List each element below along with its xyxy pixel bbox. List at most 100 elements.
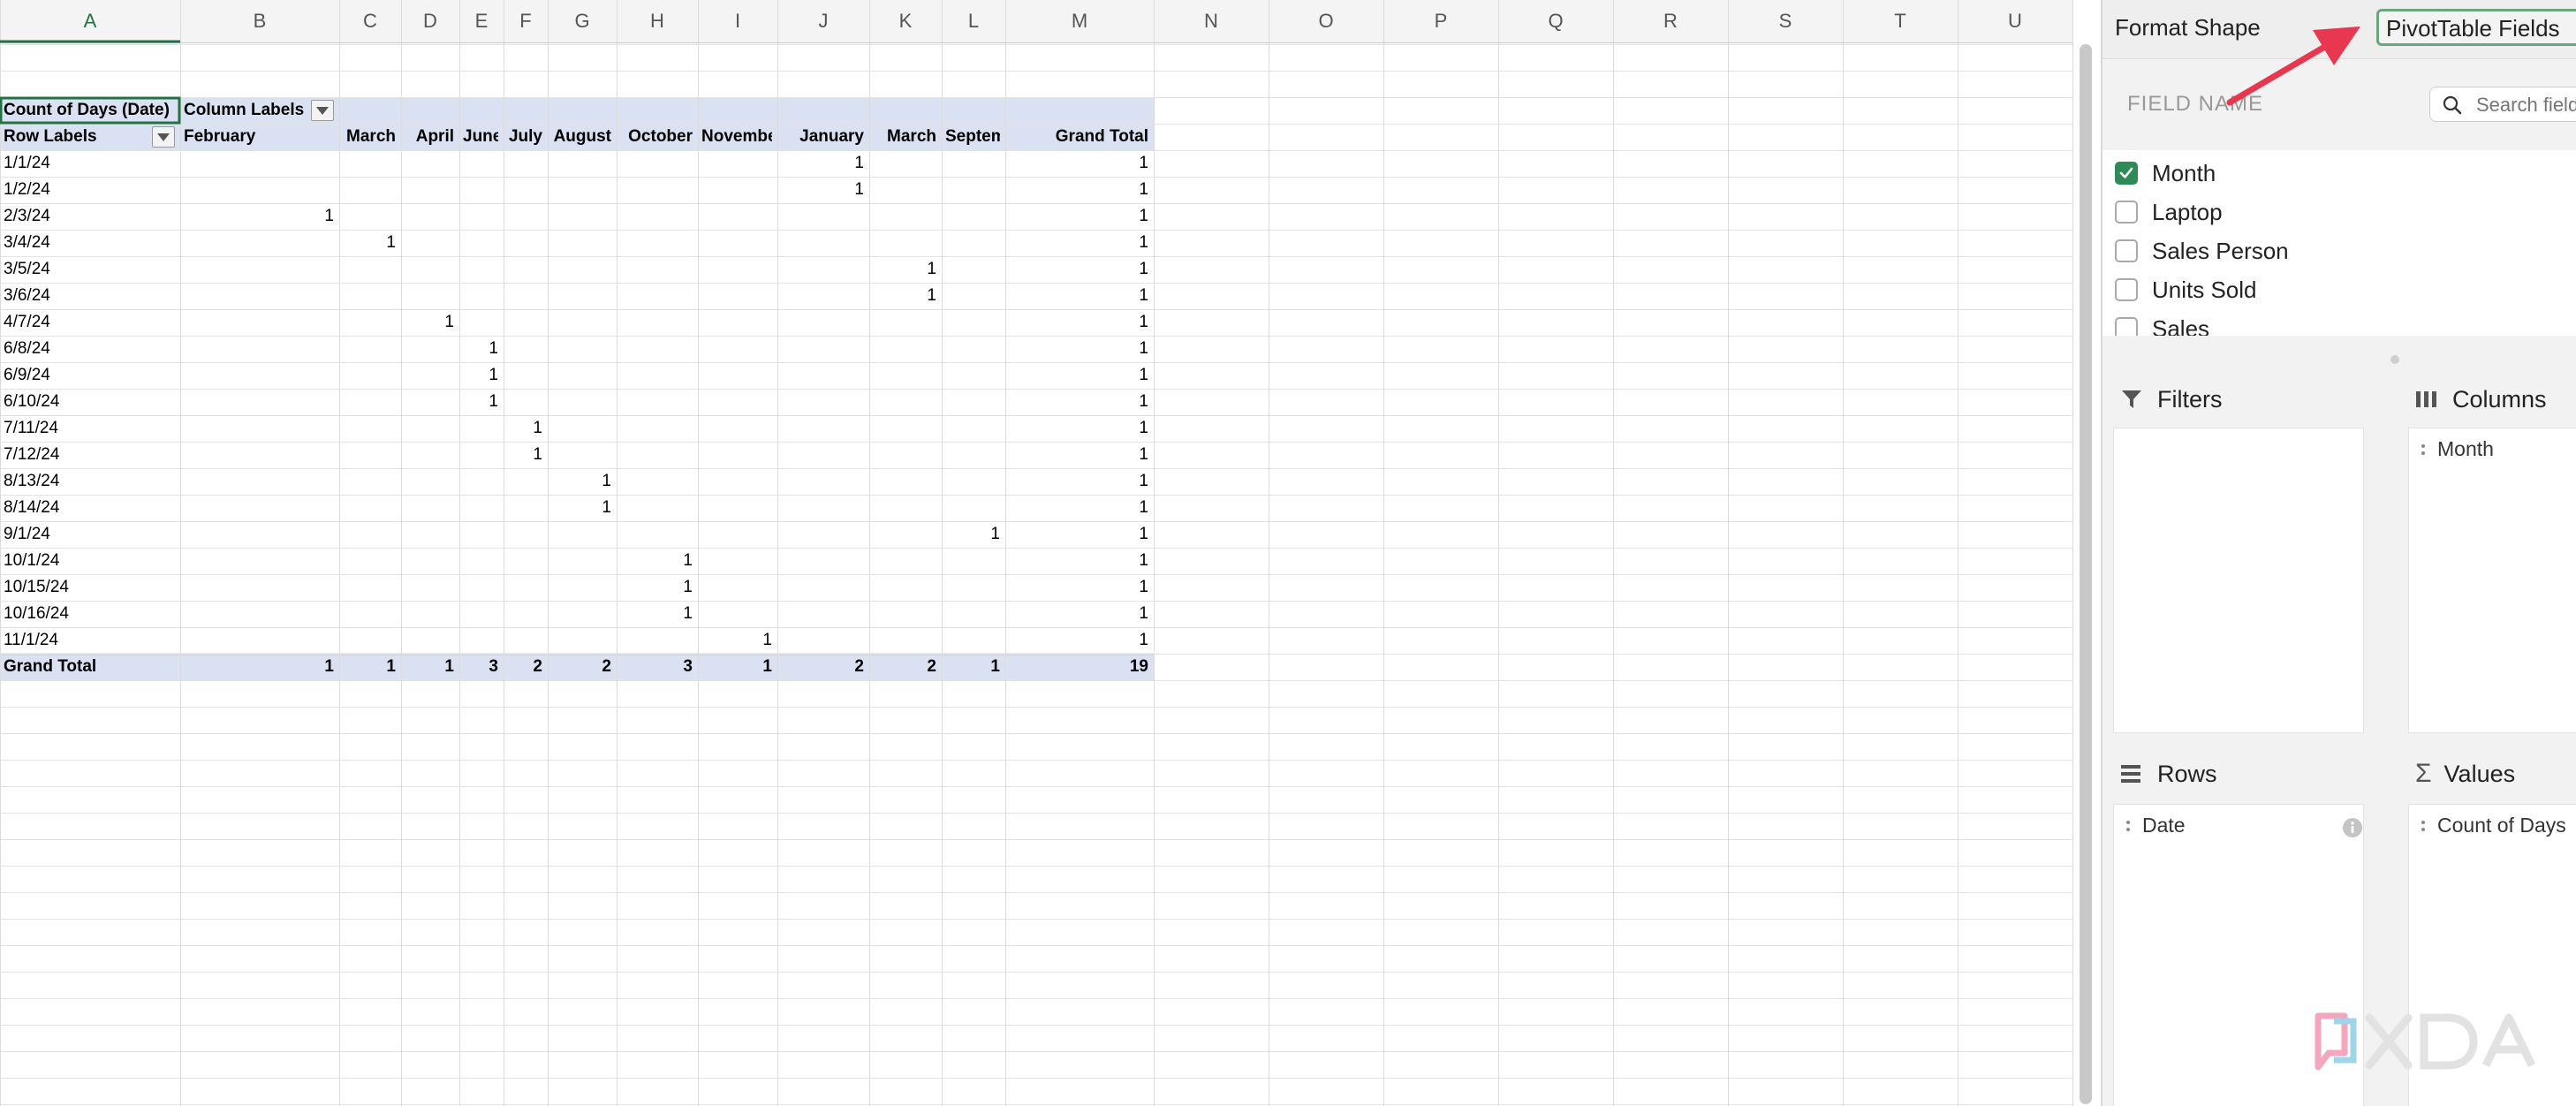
checkbox-icon[interactable] (2115, 278, 2138, 301)
pivot-row-total-cell[interactable]: 1 (1009, 548, 1148, 574)
pivot-month-header[interactable]: January (781, 124, 864, 150)
pivot-month-header[interactable]: March (343, 124, 396, 150)
rows-field-chip[interactable]: Date (2126, 814, 2360, 837)
pivot-row-label[interactable]: 8/14/24 (4, 495, 175, 521)
pivot-value-cell[interactable]: 1 (463, 389, 498, 415)
filters-drop-area[interactable] (2113, 428, 2364, 733)
pivot-row-total-cell[interactable]: 1 (1009, 627, 1148, 654)
column-header-i[interactable]: I (698, 0, 777, 42)
splitter-handle[interactable] (2390, 355, 2399, 364)
pivot-grand-total-cell[interactable]: 2 (507, 654, 542, 680)
pivot-month-header[interactable]: July (507, 124, 542, 150)
column-filter-dropdown-icon[interactable] (311, 100, 334, 121)
pivot-grand-total-all-cell[interactable]: 19 (1009, 654, 1148, 680)
pivot-row-total-cell[interactable]: 1 (1009, 362, 1148, 389)
pivot-value-cell[interactable]: 1 (184, 203, 334, 230)
pivot-value-cell[interactable]: 1 (945, 521, 1000, 548)
column-header-n[interactable]: N (1154, 0, 1269, 42)
values-field-chip[interactable]: Count of Days (2421, 814, 2566, 837)
pivot-row-label[interactable]: 10/15/24 (4, 574, 175, 601)
pivot-value-cell[interactable]: 1 (551, 468, 611, 495)
column-header-m[interactable]: M (1005, 0, 1154, 42)
pivot-row-label[interactable]: 7/11/24 (4, 415, 175, 442)
pivot-row-total-cell[interactable]: 1 (1009, 442, 1148, 468)
pivot-row-total-cell[interactable]: 1 (1009, 309, 1148, 336)
pivot-row-label[interactable]: 3/5/24 (4, 256, 175, 283)
column-header-q[interactable]: Q (1498, 0, 1613, 42)
pivot-row-label[interactable]: 6/9/24 (4, 362, 175, 389)
pivot-row-total-cell[interactable]: 1 (1009, 495, 1148, 521)
pivot-value-cell[interactable]: 1 (507, 415, 542, 442)
pivot-row-label[interactable]: 3/6/24 (4, 283, 175, 309)
pivot-row-label[interactable]: 8/13/24 (4, 468, 175, 495)
pivot-grand-total-cell[interactable]: 1 (405, 654, 454, 680)
pivot-row-total-cell[interactable]: 1 (1009, 415, 1148, 442)
pivot-row-total-cell[interactable]: 1 (1009, 389, 1148, 415)
pivot-row-label[interactable]: 1/2/24 (4, 177, 175, 203)
pivot-value-cell[interactable]: 1 (405, 309, 454, 336)
pivot-month-header[interactable]: April (405, 124, 454, 150)
pivot-row-label[interactable]: 10/1/24 (4, 548, 175, 574)
pivot-row-total-cell[interactable]: 1 (1009, 230, 1148, 256)
pivot-month-header[interactable]: October (620, 124, 693, 150)
pivot-grand-total-cell[interactable]: 3 (620, 654, 693, 680)
pivot-value-cell[interactable]: 1 (781, 150, 864, 177)
pivot-month-header[interactable]: June (463, 124, 498, 150)
columns-field-chip[interactable]: Month (2421, 437, 2494, 461)
search-fields-input[interactable] (2474, 93, 2576, 117)
pivot-row-label[interactable]: 6/8/24 (4, 336, 175, 362)
pivot-row-total-cell[interactable]: 1 (1009, 574, 1148, 601)
pivot-value-cell[interactable]: 1 (463, 336, 498, 362)
pivot-value-cell[interactable]: 1 (507, 442, 542, 468)
pivot-row-labels-cell[interactable]: Row Labels (4, 124, 145, 150)
field-item-sales-person[interactable]: Sales Person (2115, 233, 2289, 269)
column-header-h[interactable]: H (617, 0, 698, 42)
pivot-column-labels-cell[interactable]: Column Labels (184, 97, 316, 124)
pivot-grand-total-cell[interactable]: 2 (551, 654, 611, 680)
column-header-l[interactable]: L (942, 0, 1005, 42)
field-item-units-sold[interactable]: Units Sold (2115, 272, 2257, 307)
pivot-value-cell[interactable]: 1 (343, 230, 396, 256)
column-header-k[interactable]: K (869, 0, 942, 42)
pivot-grand-total-cell[interactable]: 1 (184, 654, 334, 680)
checkbox-checked-icon[interactable] (2115, 162, 2138, 185)
vertical-scrollbar[interactable] (2080, 44, 2092, 1104)
pivot-grand-total-header[interactable]: Grand Total (1009, 124, 1148, 150)
column-header-u[interactable]: U (1958, 0, 2072, 42)
column-header-s[interactable]: S (1728, 0, 1843, 42)
pivot-row-label[interactable]: 9/1/24 (4, 521, 175, 548)
pivot-row-total-cell[interactable]: 1 (1009, 283, 1148, 309)
column-header-t[interactable]: T (1843, 0, 1958, 42)
pivot-row-total-cell[interactable]: 1 (1009, 203, 1148, 230)
pivot-row-total-cell[interactable]: 1 (1009, 601, 1148, 627)
pivot-row-total-cell[interactable]: 1 (1009, 336, 1148, 362)
pivot-row-label[interactable]: 3/4/24 (4, 230, 175, 256)
pivot-row-total-cell[interactable]: 1 (1009, 521, 1148, 548)
pivot-value-cell[interactable]: 1 (781, 177, 864, 203)
tab-pivottable-fields[interactable]: PivotTable Fields (2376, 9, 2576, 46)
pivot-month-header[interactable]: November (701, 124, 772, 150)
row-filter-dropdown-icon[interactable] (152, 126, 175, 148)
column-header-o[interactable]: O (1269, 0, 1383, 42)
pivot-grand-total-cell[interactable]: 2 (873, 654, 936, 680)
column-header-a[interactable]: A (0, 0, 180, 42)
search-fields-box[interactable] (2429, 87, 2576, 122)
pivot-value-cell[interactable]: 1 (873, 256, 936, 283)
pivot-grand-total-cell[interactable]: 3 (463, 654, 498, 680)
pivot-grand-total-cell[interactable]: 1 (701, 654, 772, 680)
column-header-e[interactable]: E (459, 0, 504, 42)
column-header-j[interactable]: J (777, 0, 869, 42)
pivot-value-cell[interactable]: 1 (701, 627, 772, 654)
checkbox-icon[interactable] (2115, 201, 2138, 223)
pivot-month-header[interactable]: February (184, 124, 334, 150)
pivot-row-label[interactable]: 4/7/24 (4, 309, 175, 336)
column-header-d[interactable]: D (401, 0, 459, 42)
info-icon[interactable] (2342, 817, 2363, 843)
pivot-month-header[interactable]: September (945, 124, 1000, 150)
pivot-row-label[interactable]: 10/16/24 (4, 601, 175, 627)
columns-drop-area[interactable]: Month (2408, 428, 2576, 733)
checkbox-icon[interactable] (2115, 317, 2138, 336)
pivot-grand-total-cell[interactable]: 1 (945, 654, 1000, 680)
pivot-grand-total-label[interactable]: Grand Total (4, 654, 175, 680)
column-header-p[interactable]: P (1383, 0, 1498, 42)
